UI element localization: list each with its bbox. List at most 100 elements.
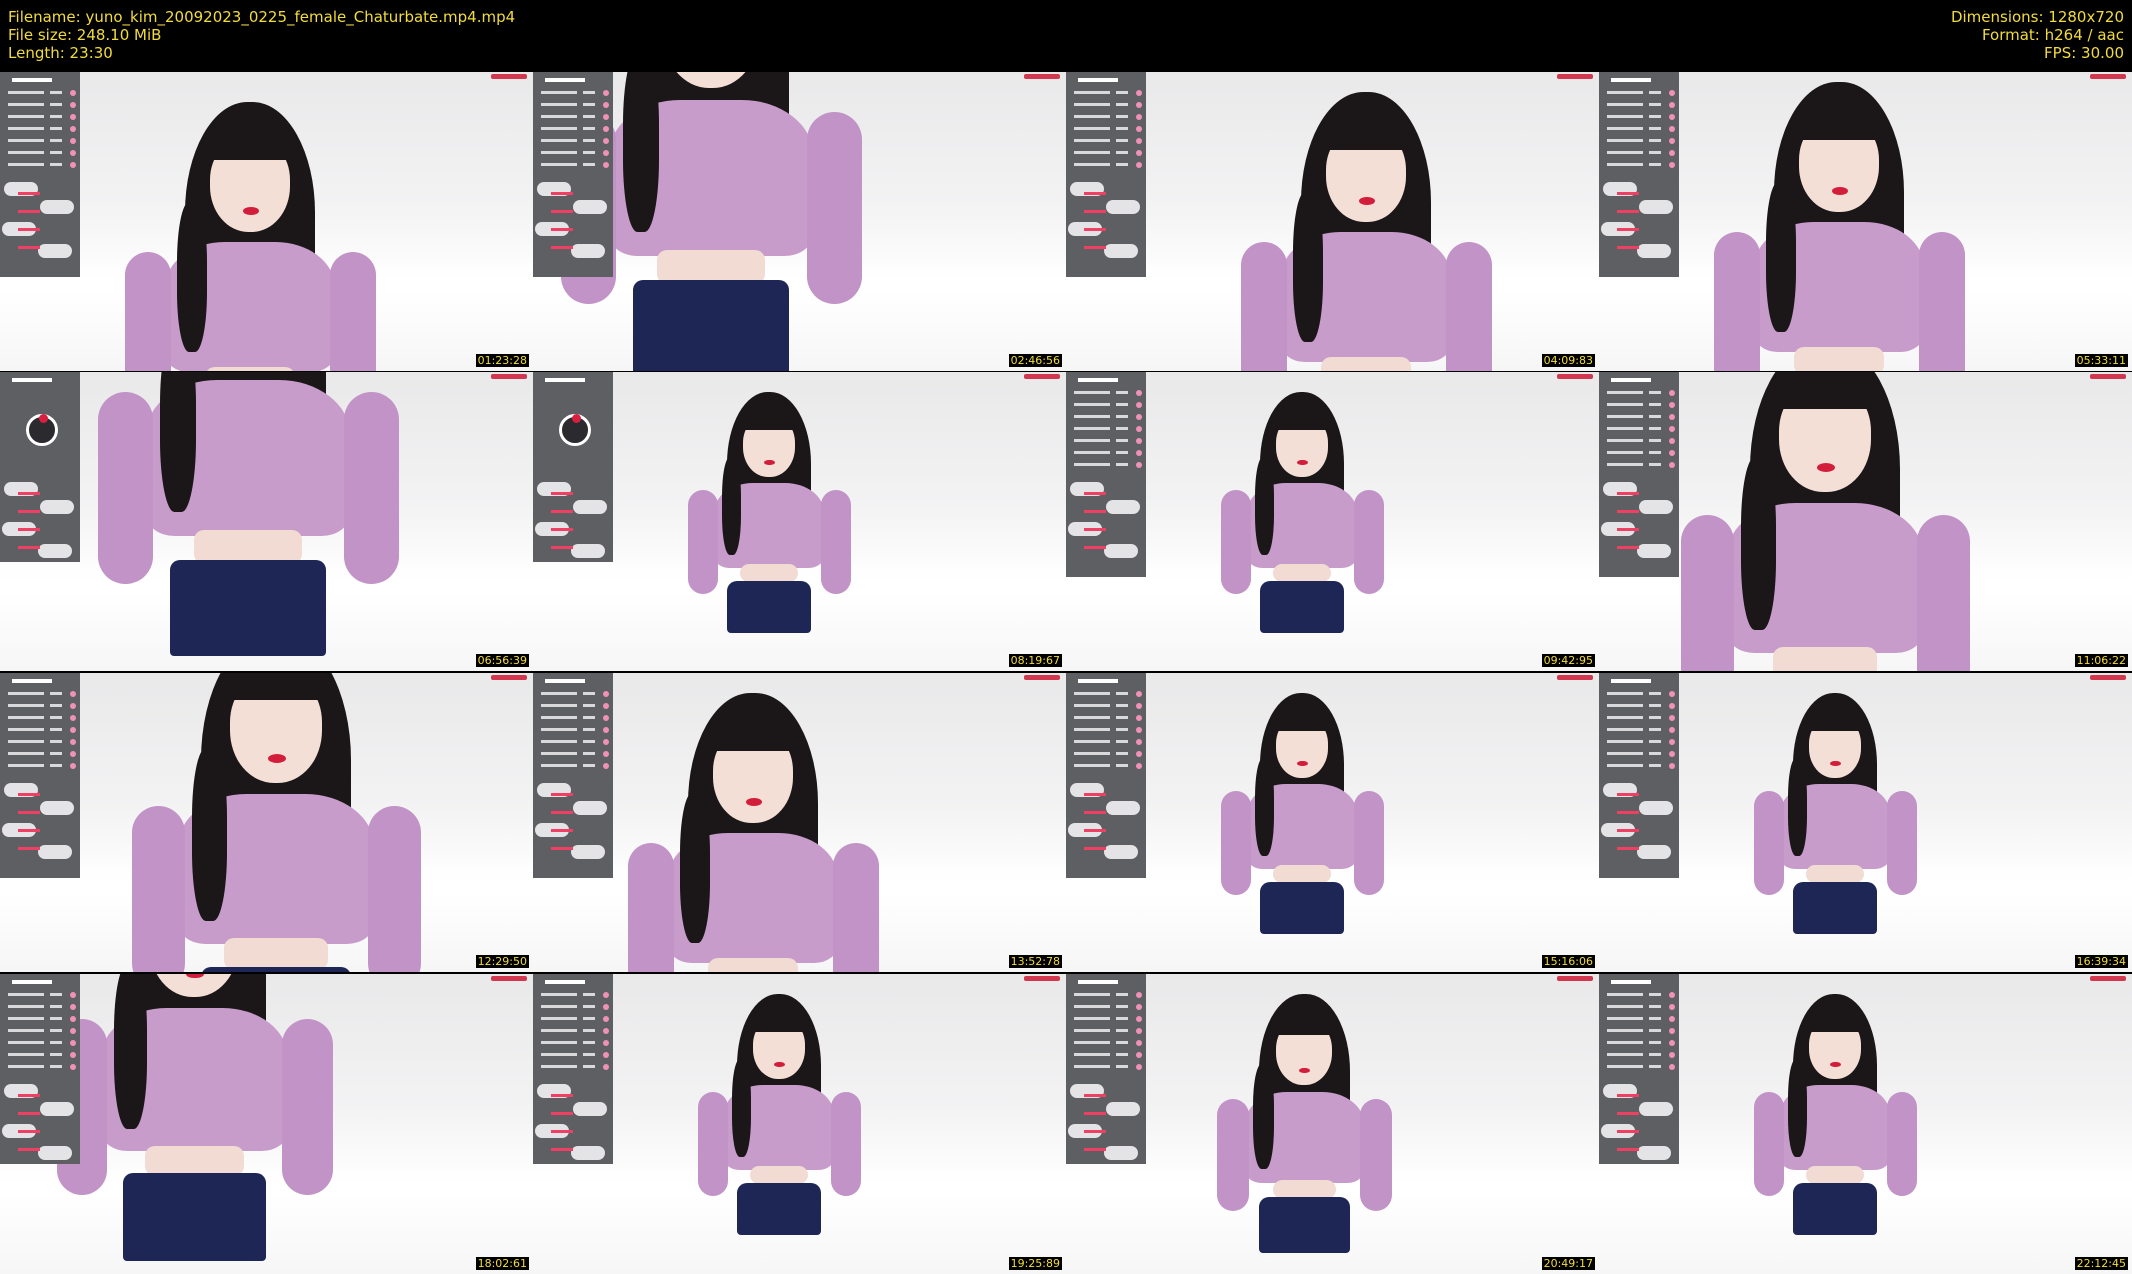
lips: [1816, 462, 1836, 472]
vibe-icon: [603, 1052, 609, 1058]
tip-level-mark: [583, 115, 595, 118]
tip-menu-panel: [1066, 72, 1146, 277]
thumbnail-frame[interactable]: 08:19:67: [533, 372, 1066, 671]
lovense-logo: [12, 78, 52, 82]
thumbnail-frame[interactable]: 11:06:22: [1599, 372, 2132, 671]
tip-level-mark: [50, 1017, 62, 1020]
tip-level-mark: [583, 1029, 595, 1032]
format-text: Format: h264 / aac: [1981, 26, 2124, 44]
tip-level-mark: [541, 704, 577, 707]
special-command-mark: [551, 492, 573, 495]
cloud-icon: [1637, 1146, 1671, 1160]
thumbnail-frame[interactable]: 04:09:83: [1066, 72, 1599, 371]
vibe-icon: [1136, 1052, 1142, 1058]
cloud-icon: [1106, 500, 1140, 514]
frame-timestamp: 09:42:95: [1541, 654, 1595, 667]
special-command-mark: [1617, 510, 1639, 513]
thumbnail-frame[interactable]: 06:56:39: [0, 372, 533, 671]
cloud-icon: [1637, 544, 1671, 558]
special-command-mark: [18, 1094, 40, 1097]
dimensions-text: Dimensions: 1280x720: [1950, 8, 2124, 26]
tip-level-mark: [541, 1029, 577, 1032]
watermark-logo: [2090, 976, 2126, 981]
tip-level-mark: [541, 139, 577, 142]
midriff: [1805, 865, 1865, 884]
tip-level-row: [4, 751, 76, 763]
special-command-mark: [551, 210, 573, 213]
thumbnail-frame[interactable]: 09:42:95: [1066, 372, 1599, 671]
thumbnail-frame[interactable]: 12:29:50: [0, 673, 533, 972]
vibe-icon: [70, 739, 76, 745]
bangs: [1271, 704, 1333, 731]
vibe-icon: [1669, 751, 1675, 757]
right-arm: [368, 805, 421, 972]
tip-level-mark: [8, 127, 44, 130]
midriff: [708, 958, 798, 972]
bangs: [706, 711, 800, 751]
tip-level-mark: [583, 728, 595, 731]
thumbnail-frame[interactable]: 16:39:34: [1599, 673, 2132, 972]
tip-level-mark: [583, 127, 595, 130]
special-command-mark: [1617, 1094, 1639, 1097]
tip-level-mark: [583, 1017, 595, 1020]
tip-level-row: [1603, 1040, 1675, 1052]
tip-level-mark: [583, 91, 595, 94]
tip-level-mark: [1649, 439, 1661, 442]
tip-levels-list: [4, 90, 76, 174]
tip-level-mark: [8, 692, 44, 695]
frame-timestamp: 22:12:45: [2074, 1257, 2128, 1270]
tip-level-mark: [50, 752, 62, 755]
tip-level-row: [1603, 703, 1675, 715]
tip-level-row: [1070, 739, 1142, 751]
tip-level-mark: [1649, 740, 1661, 743]
frame-timestamp: 18:02:61: [475, 1257, 529, 1270]
vibe-icon: [603, 1016, 609, 1022]
vibe-icon: [1669, 102, 1675, 108]
thumbnail-frame[interactable]: 02:46:56: [533, 72, 1066, 371]
thumbnail-frame[interactable]: 22:12:45: [1599, 974, 2132, 1274]
thumbnail-frame[interactable]: 18:02:61: [0, 974, 533, 1274]
tip-level-row: [1603, 691, 1675, 703]
thumbnail-frame[interactable]: 01:23:28: [0, 72, 533, 371]
special-command-mark: [18, 510, 40, 513]
vibe-icon: [603, 727, 609, 733]
lovense-logo: [545, 980, 585, 984]
tip-level-row: [1603, 426, 1675, 438]
special-command-mark: [1617, 811, 1639, 814]
tip-level-mark: [541, 740, 577, 743]
tip-levels-list: [1070, 90, 1142, 174]
vibe-icon: [1669, 1016, 1675, 1022]
thumbnail-frame[interactable]: 13:52:78: [533, 673, 1066, 972]
left-arm: [132, 805, 186, 972]
tip-level-mark: [1116, 391, 1128, 394]
tip-level-mark: [1074, 403, 1110, 406]
countdown-timer-icon: [26, 414, 58, 446]
right-arm: [1919, 232, 1965, 371]
tip-level-mark: [541, 1041, 577, 1044]
tip-level-row: [4, 1028, 76, 1040]
vibe-icon: [1136, 691, 1142, 697]
tip-level-row: [4, 162, 76, 174]
fps-text: FPS: 30.00: [2044, 44, 2124, 62]
thumbnail-frame[interactable]: 05:33:11: [1599, 72, 2132, 371]
watermark-logo: [1557, 74, 1593, 79]
thumbnail-frame[interactable]: 20:49:17: [1066, 974, 1599, 1274]
special-command-mark: [1084, 1148, 1106, 1151]
right-arm: [282, 1019, 333, 1195]
tip-menu-panel: [533, 673, 613, 878]
thumbnail-frame[interactable]: 19:25:89: [533, 974, 1066, 1274]
tip-level-mark: [1074, 127, 1110, 130]
special-command-mark: [18, 829, 40, 832]
thumbnail-frame[interactable]: 15:16:06: [1066, 673, 1599, 972]
file-info: Filename: yuno_kim_20092023_0225_female_…: [8, 8, 515, 62]
left-arm: [697, 1091, 728, 1196]
vibe-icon: [70, 715, 76, 721]
hair-strand: [1741, 457, 1776, 630]
tip-level-mark: [1074, 764, 1110, 767]
tip-level-mark: [1116, 1005, 1128, 1008]
lovense-logo: [1611, 78, 1651, 82]
vibe-icon: [1136, 102, 1142, 108]
tip-level-row: [1070, 414, 1142, 426]
midriff: [657, 250, 765, 284]
tip-level-row: [1603, 414, 1675, 426]
